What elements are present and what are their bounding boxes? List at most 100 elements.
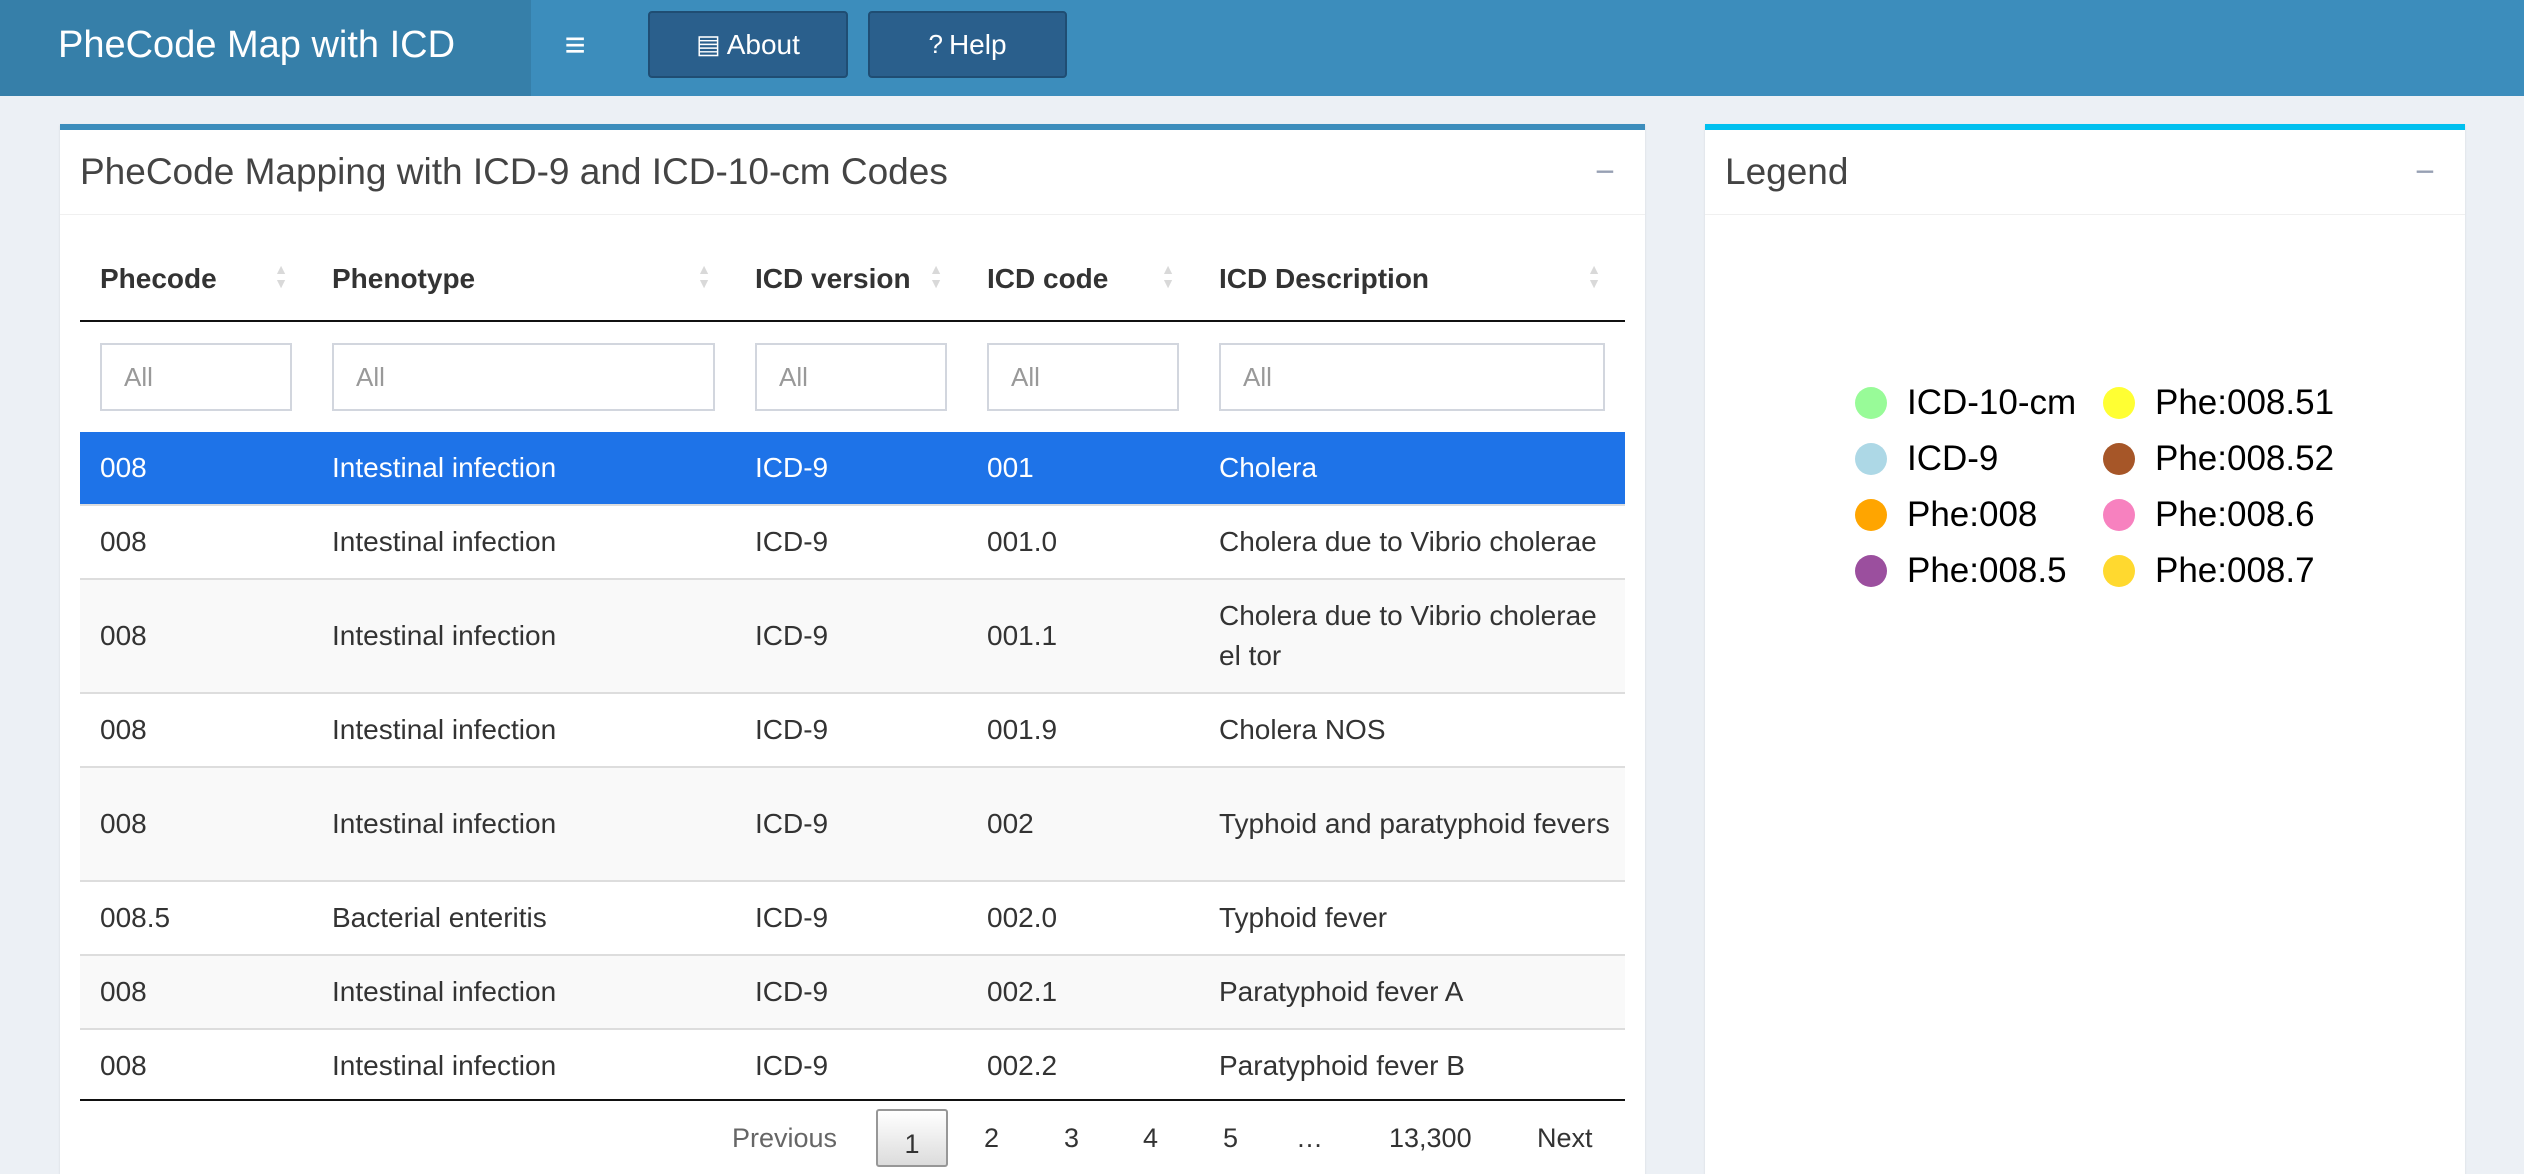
cell-description: Paratyphoid fever B [1199, 1028, 1625, 1102]
legend-swatch [2103, 387, 2135, 419]
column-header-label: ICD version [755, 263, 911, 294]
legend-item: Phe:008 [1855, 495, 2037, 535]
cell-phecode: 008.5 [80, 880, 312, 955]
icd-description-filter-input[interactable]: All [1219, 343, 1605, 411]
column-header-phecode[interactable]: Phecode ▲ ▼ [80, 238, 312, 322]
filter-row: All All All All All [80, 320, 1625, 432]
cell-icd-code: 002 [967, 766, 1199, 881]
legend-box-title: Legend [1725, 151, 1849, 192]
help-button[interactable]: ? Help [868, 11, 1067, 78]
page-button-last[interactable]: 13,300 [1389, 1123, 1472, 1154]
legend: ICD-10-cm ICD-9 Phe:008 Phe:008.5 Phe:00… [1855, 383, 2375, 613]
column-header-label: ICD code [987, 263, 1109, 294]
sort-icon: ▲ ▼ [274, 261, 288, 291]
page-button[interactable]: 5 [1223, 1123, 1238, 1154]
question-icon: ? [928, 29, 943, 59]
legend-swatch [1855, 387, 1887, 419]
cell-icd-code: 001.1 [967, 578, 1199, 693]
cell-phecode: 008 [80, 954, 312, 1029]
legend-swatch [1855, 555, 1887, 587]
legend-item: Phe:008.52 [2103, 439, 2334, 479]
table-row[interactable]: 008 Intestinal infection ICD-9 001 Chole… [80, 432, 1625, 505]
cell-phenotype: Intestinal infection [312, 432, 735, 505]
table-row[interactable]: 008 Intestinal infection ICD-9 002 Typho… [80, 766, 1625, 881]
cell-description: Cholera due to Vibrio cholerae [1199, 504, 1625, 579]
column-header-label: Phenotype [332, 263, 476, 294]
column-header-icd-description[interactable]: ICD Description ▲ ▼ [1199, 238, 1625, 322]
mapping-box-header: PheCode Mapping with ICD-9 and ICD-10-cm… [60, 130, 1645, 215]
page-button[interactable]: 3 [1064, 1123, 1079, 1154]
cell-icd-version: ICD-9 [735, 1028, 967, 1102]
cell-icd-version: ICD-9 [735, 766, 967, 881]
legend-label: Phe:008.52 [2155, 439, 2335, 478]
table-row[interactable]: 008.5 Bacterial enteritis ICD-9 002.0 Ty… [80, 880, 1625, 955]
legend-item: Phe:008.6 [2103, 495, 2315, 535]
table-row[interactable]: 008 Intestinal infection ICD-9 001.0 Cho… [80, 504, 1625, 579]
icd-code-filter-input[interactable]: All [987, 343, 1179, 411]
cell-description: Cholera due to Vibrio cholerae el tor [1199, 578, 1625, 693]
cell-phecode: 008 [80, 1028, 312, 1102]
cell-description: Typhoid fever [1199, 880, 1625, 955]
cell-phecode: 008 [80, 504, 312, 579]
legend-label: Phe:008.51 [2155, 383, 2335, 422]
legend-label: Phe:008.7 [2155, 551, 2315, 590]
cell-description: Cholera [1199, 432, 1625, 505]
cell-icd-version: ICD-9 [735, 880, 967, 955]
column-header-phenotype[interactable]: Phenotype ▲ ▼ [312, 238, 735, 322]
cell-phenotype: Intestinal infection [312, 578, 735, 693]
legend-item: Phe:008.51 [2103, 383, 2334, 423]
page-button[interactable]: 2 [984, 1123, 999, 1154]
legend-swatch [1855, 443, 1887, 475]
sort-icon: ▲ ▼ [1587, 261, 1601, 291]
cell-phecode: 008 [80, 432, 312, 505]
pagination: Previous 1 2 3 4 5 … 13,300 Next [80, 1099, 1625, 1167]
mapping-box-title: PheCode Mapping with ICD-9 and ICD-10-cm… [80, 151, 948, 192]
icd-version-filter-input[interactable]: All [755, 343, 947, 411]
page-button[interactable]: 4 [1143, 1123, 1158, 1154]
legend-item: ICD-9 [1855, 439, 1998, 479]
cell-phecode: 008 [80, 578, 312, 693]
column-header-label: Phecode [100, 263, 217, 294]
cell-icd-code: 002.1 [967, 954, 1199, 1029]
legend-item: ICD-10-cm [1855, 383, 2076, 423]
cell-phenotype: Intestinal infection [312, 504, 735, 579]
cell-phecode: 008 [80, 766, 312, 881]
cell-icd-code: 002.0 [967, 880, 1199, 955]
column-header-icd-code[interactable]: ICD code ▲ ▼ [967, 238, 1199, 322]
sort-icon: ▲ ▼ [1161, 261, 1175, 291]
legend-box: Legend − [1705, 124, 2465, 1174]
cell-phenotype: Intestinal infection [312, 692, 735, 767]
legend-box-header: Legend − [1705, 130, 2465, 215]
column-header-icd-version[interactable]: ICD version ▲ ▼ [735, 238, 967, 322]
column-header-label: ICD Description [1219, 263, 1430, 294]
phenotype-filter-input[interactable]: All [332, 343, 715, 411]
cell-icd-code: 001.0 [967, 504, 1199, 579]
collapse-icon[interactable]: − [2415, 130, 2435, 214]
cell-phenotype: Intestinal infection [312, 954, 735, 1029]
cell-phenotype: Intestinal infection [312, 766, 735, 881]
legend-item: Phe:008.5 [1855, 551, 2067, 591]
table-row[interactable]: 008 Intestinal infection ICD-9 002.2 Par… [80, 1028, 1625, 1102]
sort-icon: ▲ ▼ [697, 261, 711, 291]
sort-icon: ▲ ▼ [929, 261, 943, 291]
table-row[interactable]: 008 Intestinal infection ICD-9 002.1 Par… [80, 954, 1625, 1029]
cell-icd-version: ICD-9 [735, 578, 967, 693]
legend-label: ICD-9 [1907, 439, 1999, 478]
previous-page-button[interactable]: Previous [732, 1123, 837, 1154]
cell-icd-code: 001.9 [967, 692, 1199, 767]
cell-phecode: 008 [80, 692, 312, 767]
mapping-table: Phecode ▲ ▼ Phenotype ▲ ▼ ICD version ▲ ▼ ICD … [80, 238, 1625, 1102]
app-title[interactable]: PheCode Map with ICD [0, 0, 531, 96]
table-row[interactable]: 008 Intestinal infection ICD-9 001.9 Cho… [80, 692, 1625, 767]
about-button[interactable]: ▤ About [648, 11, 848, 78]
collapse-icon[interactable]: − [1595, 130, 1615, 214]
legend-label: Phe:008 [1907, 495, 2038, 534]
phecode-filter-input[interactable]: All [100, 343, 292, 411]
page-button-current[interactable]: 1 [876, 1109, 948, 1167]
cell-icd-code: 002.2 [967, 1028, 1199, 1102]
table-row[interactable]: 008 Intestinal infection ICD-9 001.1 Cho… [80, 578, 1625, 693]
cell-icd-version: ICD-9 [735, 432, 967, 505]
about-button-label: About [726, 28, 800, 60]
next-page-button[interactable]: Next [1537, 1123, 1593, 1154]
hamburger-icon[interactable]: ≡ [531, 0, 619, 90]
